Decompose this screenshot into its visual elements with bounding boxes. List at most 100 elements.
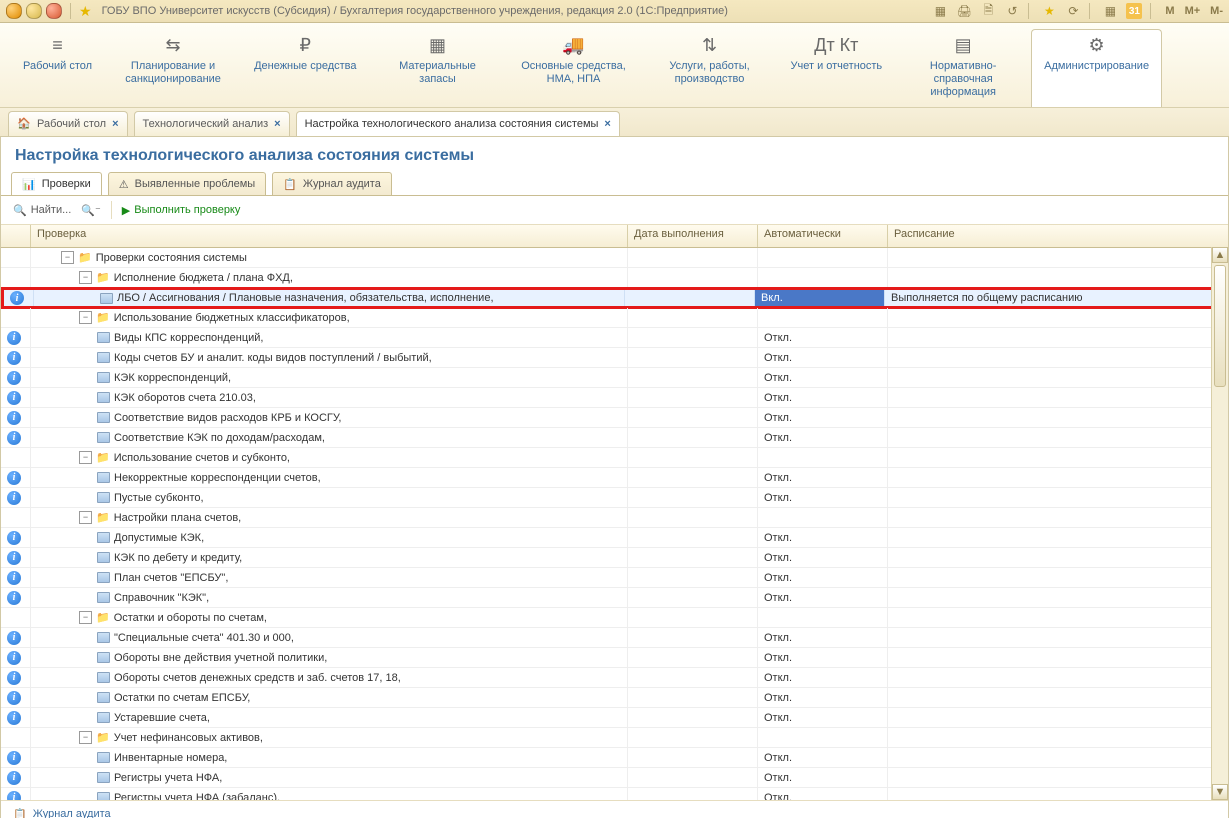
col-sched[interactable]: Расписание [888,225,1228,247]
print-icon[interactable]: 🖨 [956,3,972,19]
section-0[interactable]: ≡Рабочий стол [10,29,105,107]
col-name[interactable]: Проверка [31,225,628,247]
inner-tab-2[interactable]: 📋Журнал аудита [272,172,392,195]
table-row[interactable]: i "Специальные счета" 401.30 и 000,Откл. [1,628,1228,648]
info-icon[interactable]: i [7,711,21,725]
expander-icon[interactable]: − [79,311,92,324]
info-icon[interactable]: i [7,471,21,485]
scroll-up-button[interactable]: ▲ [1212,247,1228,263]
audit-journal-link[interactable]: Журнал аудита [33,808,111,818]
info-icon[interactable]: i [7,791,21,801]
info-icon[interactable]: i [7,491,21,505]
expander-icon[interactable]: − [79,611,92,624]
table-row[interactable]: i ЛБО / Ассигнования / Плановые назначен… [1,287,1228,309]
col-date[interactable]: Дата выполнения [628,225,758,247]
refresh-icon[interactable]: ↺ [1004,3,1020,19]
info-icon[interactable]: i [7,551,21,565]
expander-icon[interactable]: − [79,511,92,524]
info-icon[interactable]: i [7,391,21,405]
info-icon[interactable]: i [7,651,21,665]
table-row[interactable]: i Обороты вне действия учетной политики,… [1,648,1228,668]
memory-mminus[interactable]: M- [1210,5,1223,17]
table-row[interactable]: i Соответствие видов расходов КРБ и КОСГ… [1,408,1228,428]
info-icon[interactable]: i [10,291,24,305]
info-icon[interactable]: i [7,571,21,585]
tab-close-icon[interactable]: × [274,118,280,130]
window-close-button[interactable] [6,3,22,19]
info-icon[interactable]: i [7,691,21,705]
toolbar-icon[interactable]: ▦ [932,3,948,19]
calculator-icon[interactable]: ▦ [1102,3,1118,19]
info-icon[interactable]: i [7,591,21,605]
info-icon[interactable]: i [7,771,21,785]
document-icon[interactable]: 🗎 [980,3,996,19]
section-2[interactable]: ₽Денежные средства [241,29,369,107]
info-icon[interactable]: i [7,411,21,425]
col-auto[interactable]: Автоматически [758,225,888,247]
table-row[interactable]: i Пустые субконто,Откл. [1,488,1228,508]
inner-tab-1[interactable]: ⚠Выявленные проблемы [108,172,266,195]
clear-filter-button[interactable]: 🔍⁻ [81,204,101,217]
find-button[interactable]: 🔍Найти... [13,204,71,217]
info-icon[interactable]: i [7,371,21,385]
section-8[interactable]: ⚙Администрирование [1031,29,1162,107]
table-row[interactable]: − 📁 Остатки и обороты по счетам, [1,608,1228,628]
section-5[interactable]: ⇅Услуги, работы, производство [642,29,778,107]
section-3[interactable]: ▦Материальные запасы [370,29,506,107]
scroll-thumb[interactable] [1214,265,1226,387]
info-icon[interactable]: i [7,331,21,345]
table-row[interactable]: i Устаревшие счета,Откл. [1,708,1228,728]
table-row[interactable]: − 📁 Учет нефинансовых активов, [1,728,1228,748]
table-row[interactable]: i Коды счетов БУ и аналит. коды видов по… [1,348,1228,368]
section-7[interactable]: ▤Нормативно-справочная информация [895,29,1031,107]
run-check-button[interactable]: ▶Выполнить проверку [122,204,241,217]
table-row[interactable]: i Соответствие КЭК по доходам/расходам,О… [1,428,1228,448]
section-1[interactable]: ⇆Планирование и санкционирование [105,29,241,107]
vertical-scrollbar[interactable]: ▲ ▼ [1211,247,1228,800]
tab-close-icon[interactable]: × [604,118,610,130]
table-row[interactable]: i Остатки по счетам ЕПСБУ,Откл. [1,688,1228,708]
table-row[interactable]: i Справочник "КЭК",Откл. [1,588,1228,608]
table-row[interactable]: i Регистры учета НФА (забаланс),Откл. [1,788,1228,800]
calendar-icon[interactable]: 31 [1126,3,1142,19]
window-minimize-button[interactable] [26,3,42,19]
tab-close-icon[interactable]: × [112,118,118,130]
memory-mplus[interactable]: M+ [1185,5,1201,17]
section-6[interactable]: Дт КтУчет и отчетность [778,29,896,107]
window-maximize-button[interactable] [46,3,62,19]
table-row[interactable]: i КЭК корреспонденций,Откл. [1,368,1228,388]
doc-tab-0[interactable]: 🏠Рабочий стол× [8,111,128,136]
table-row[interactable]: i КЭК оборотов счета 210.03,Откл. [1,388,1228,408]
info-icon[interactable]: i [7,631,21,645]
info-icon[interactable]: i [7,431,21,445]
info-icon[interactable]: i [7,351,21,365]
info-icon[interactable]: i [7,531,21,545]
history-icon[interactable]: ⟳ [1065,3,1081,19]
doc-tab-2[interactable]: Настройка технологического анализа состо… [296,111,620,136]
doc-tab-1[interactable]: Технологический анализ× [134,111,290,136]
table-row[interactable]: i Допустимые КЭК,Откл. [1,528,1228,548]
table-row[interactable]: i Инвентарные номера,Откл. [1,748,1228,768]
expander-icon[interactable]: − [79,451,92,464]
table-row[interactable]: i Виды КПС корреспонденций,Откл. [1,328,1228,348]
section-4[interactable]: 🚚Основные средства, НМА, НПА [506,29,642,107]
table-row[interactable]: i Регистры учета НФА,Откл. [1,768,1228,788]
table-row[interactable]: i Некорректные корреспонденции счетов,От… [1,468,1228,488]
info-icon[interactable]: i [7,671,21,685]
checks-grid[interactable]: Проверка Дата выполнения Автоматически Р… [1,225,1228,800]
info-icon[interactable]: i [7,751,21,765]
table-row[interactable]: − 📁 Исполнение бюджета / плана ФХД, [1,268,1228,288]
table-row[interactable]: − 📁 Использование счетов и субконто, [1,448,1228,468]
inner-tab-0[interactable]: 📊Проверки [11,172,102,195]
table-row[interactable]: − 📁 Проверки состояния системы [1,248,1228,268]
expander-icon[interactable]: − [79,271,92,284]
expander-icon[interactable]: − [61,251,74,264]
table-row[interactable]: i Обороты счетов денежных средств и заб.… [1,668,1228,688]
table-row[interactable]: i План счетов "ЕПСБУ",Откл. [1,568,1228,588]
table-row[interactable]: − 📁 Настройки плана счетов, [1,508,1228,528]
scroll-down-button[interactable]: ▼ [1212,784,1228,800]
table-row[interactable]: i КЭК по дебету и кредиту,Откл. [1,548,1228,568]
table-row[interactable]: − 📁 Использование бюджетных классификато… [1,308,1228,328]
favorite-icon[interactable]: ★ [79,3,92,20]
memory-m[interactable]: M [1165,5,1174,17]
